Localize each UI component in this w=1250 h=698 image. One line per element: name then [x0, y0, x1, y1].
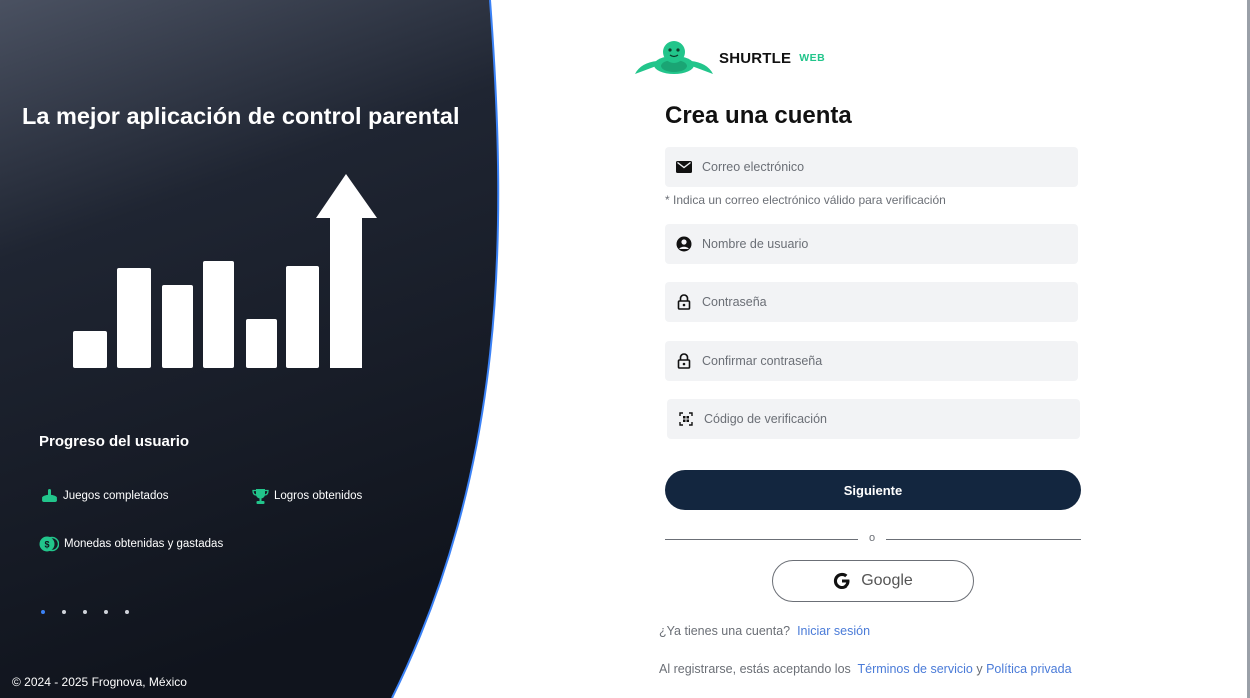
- carousel-dot[interactable]: [104, 610, 108, 614]
- illustration-bar: [286, 266, 319, 368]
- feature-games: Juegos completados: [40, 487, 168, 505]
- terms-notice: Al registrarse, estás aceptando los Térm…: [659, 662, 1072, 676]
- verification-code-field[interactable]: [667, 399, 1080, 439]
- google-icon: [834, 572, 850, 589]
- illustration-bar: [73, 331, 107, 368]
- illustration-bar: [203, 261, 234, 368]
- brand-name: SHURTLE: [719, 49, 792, 67]
- google-signin-button[interactable]: Google: [772, 560, 974, 602]
- username-field[interactable]: [665, 224, 1078, 264]
- email-input[interactable]: [702, 160, 1062, 174]
- feature-label: Juegos completados: [63, 490, 169, 502]
- username-input[interactable]: [702, 237, 1062, 251]
- divider-line: [886, 539, 1081, 540]
- next-button[interactable]: Siguiente: [665, 470, 1081, 510]
- game-controller-icon: [40, 487, 58, 505]
- illustration-arrow: [316, 174, 377, 368]
- feature-coins: $ Monedas obtenidas y gastadas: [39, 535, 223, 553]
- progress-title: Progreso del usuario: [39, 433, 190, 450]
- terms-link[interactable]: Términos de servicio: [858, 662, 973, 676]
- mail-icon: [676, 159, 692, 175]
- brand-logo: SHURTLE WEB: [633, 40, 825, 76]
- privacy-link[interactable]: Política privada: [986, 662, 1071, 676]
- illustration-bar: [162, 285, 193, 368]
- agree-text: Al registrarse, estás aceptando los: [659, 662, 851, 676]
- carousel-dot[interactable]: [125, 610, 129, 614]
- login-link[interactable]: Iniciar sesión: [797, 624, 870, 638]
- carousel-dot[interactable]: [83, 610, 87, 614]
- have-account-text: ¿Ya tienes una cuenta?: [659, 624, 791, 638]
- carousel-dot[interactable]: [41, 610, 45, 614]
- divider-text: o: [869, 532, 876, 544]
- lock-icon: [676, 294, 692, 310]
- carousel-dots: [41, 610, 129, 614]
- carousel-dot[interactable]: [62, 610, 66, 614]
- qr-scan-icon: [678, 411, 694, 427]
- login-prompt: ¿Ya tienes una cuenta? Iniciar sesión: [659, 624, 870, 638]
- trophy-icon: [251, 487, 269, 505]
- password-input[interactable]: [702, 295, 1062, 309]
- feature-label: Logros obtenidos: [274, 490, 363, 502]
- google-button-label: Google: [861, 572, 913, 589]
- verification-code-input[interactable]: [704, 412, 1064, 426]
- coins-icon: $: [39, 535, 59, 553]
- growth-chart-illustration: [73, 174, 377, 368]
- divider-line: [665, 539, 858, 540]
- confirm-password-field[interactable]: [665, 341, 1078, 381]
- svg-text:$: $: [44, 540, 49, 550]
- illustration-bar: [246, 319, 277, 368]
- and-text: y: [976, 662, 983, 676]
- user-circle-icon: [676, 236, 692, 252]
- confirm-password-input[interactable]: [702, 354, 1062, 368]
- copyright: © 2024 - 2025 Frognova, México: [12, 675, 187, 689]
- lock-icon: [676, 353, 692, 369]
- feature-achievements: Logros obtenidos: [251, 487, 362, 505]
- feature-label: Monedas obtenidas y gastadas: [64, 538, 224, 550]
- password-field[interactable]: [665, 282, 1078, 322]
- illustration-bar: [117, 268, 151, 368]
- email-hint: * Indica un correo electrónico válido pa…: [665, 193, 946, 207]
- brand-subtitle: WEB: [799, 52, 826, 64]
- page-title: Crea una cuenta: [665, 102, 852, 129]
- email-field[interactable]: [665, 147, 1078, 187]
- turtle-logo-icon: [635, 41, 713, 74]
